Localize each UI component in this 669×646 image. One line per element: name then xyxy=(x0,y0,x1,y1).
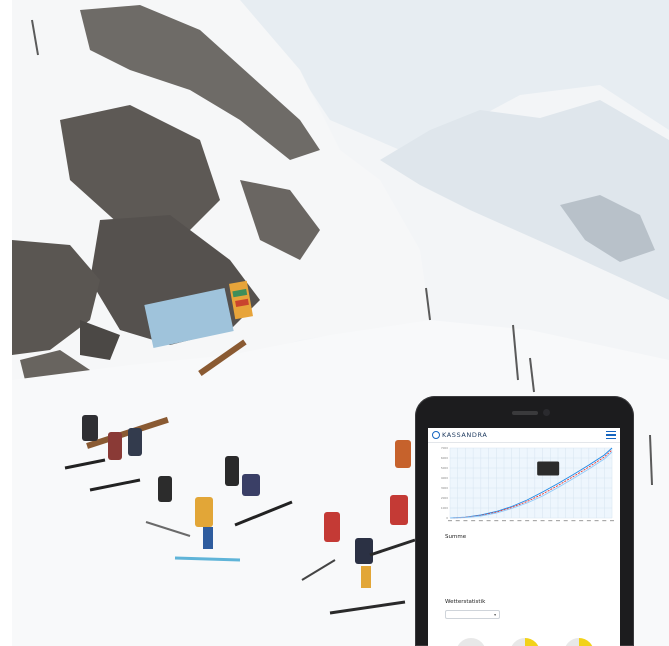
tablet-device: KASSANDRA 7000 6000 5000 4000 3000 2000 1000 0 … xyxy=(415,396,634,646)
chart-x-tick-label xyxy=(502,520,506,522)
chart-x-tick-label xyxy=(517,520,522,522)
chart-y-tick-label: 7000 xyxy=(441,446,448,450)
weather-gauge xyxy=(456,638,486,646)
brand-logo-icon xyxy=(432,431,440,439)
app-screen: KASSANDRA 7000 6000 5000 4000 3000 2000 1000 0 … xyxy=(428,428,620,646)
cumulative-chart: 7000 6000 5000 4000 3000 2000 1000 0 xyxy=(432,444,618,532)
summary-title: Summe xyxy=(445,534,467,540)
chart-x-tick-label xyxy=(556,520,560,522)
chart-x-tick-label xyxy=(478,520,483,522)
chart-x-tick-label xyxy=(586,520,591,522)
chart-x-tick-label xyxy=(602,520,607,522)
chart-y-tick-label: 5000 xyxy=(441,466,448,470)
weather-gauge xyxy=(510,638,540,646)
menu-button[interactable] xyxy=(606,431,616,439)
weather-gauge xyxy=(564,638,594,646)
chart-x-tick-label xyxy=(471,520,476,522)
chart-x-tick-label xyxy=(610,520,614,522)
chart-plot-area xyxy=(450,448,612,518)
chart-y-tick-label: 4000 xyxy=(441,476,448,480)
chart-x-tick-label xyxy=(509,520,514,522)
chart-tooltip xyxy=(537,461,560,476)
chart-x-tick-label xyxy=(525,520,530,522)
chart-x-tick-label xyxy=(579,520,584,522)
chart-x-tick-label xyxy=(540,520,545,522)
menu-icon-bar xyxy=(606,437,616,439)
chart-x-tick-label xyxy=(455,520,460,522)
tablet-camera xyxy=(543,409,550,416)
menu-icon-bar xyxy=(606,434,616,436)
chart-y-tick-label: 6000 xyxy=(441,456,448,460)
chart-x-tick-label xyxy=(563,520,568,522)
tablet-speaker xyxy=(512,411,538,415)
chart-x-tick-label xyxy=(548,520,553,522)
chart-y-tick-label: 1000 xyxy=(441,506,448,510)
menu-icon-bar xyxy=(606,431,616,433)
chart-x-tick-label xyxy=(448,520,452,522)
chart-x-tick-label xyxy=(532,520,537,522)
chart-x-tick-label xyxy=(463,520,468,522)
chart-y-tick-label: 2000 xyxy=(441,496,448,500)
chart-x-tick-label xyxy=(486,520,491,522)
app-header: KASSANDRA xyxy=(428,428,620,443)
chart-svg: 7000 6000 5000 4000 3000 2000 1000 0 xyxy=(441,446,614,522)
weather-title: Wetterstatistik xyxy=(445,599,486,605)
brand-name: KASSANDRA xyxy=(442,431,488,439)
chevron-down-icon: ▾ xyxy=(494,612,496,617)
period-select[interactable]: ▾ xyxy=(445,610,500,619)
chart-y-tick-label: 3000 xyxy=(441,486,448,490)
brand-logo[interactable]: KASSANDRA xyxy=(432,431,487,439)
chart-x-tick-label xyxy=(594,520,599,522)
chart-x-tick-label xyxy=(494,520,499,522)
chart-y-tick-label: 0 xyxy=(446,516,448,520)
chart-x-tick-label xyxy=(571,520,576,522)
